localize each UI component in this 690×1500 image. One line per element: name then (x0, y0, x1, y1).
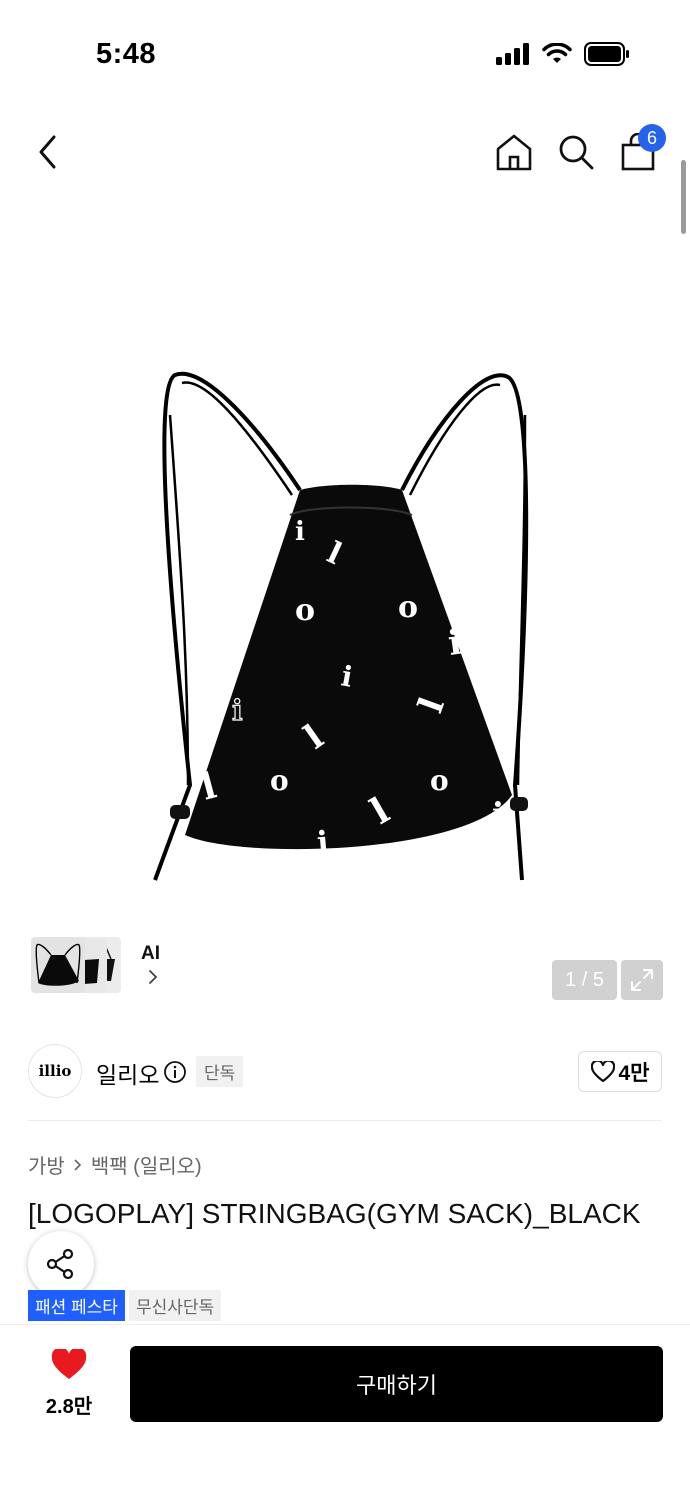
brand-like-button[interactable]: 4만 (578, 1051, 662, 1092)
heart-filled-icon (51, 1347, 87, 1379)
scrollbar[interactable] (681, 160, 686, 234)
back-button[interactable] (24, 128, 72, 176)
tag-fashion-festa: 패션 페스타 (28, 1290, 125, 1321)
ai-thumbnail-strip[interactable]: AI (27, 929, 172, 1001)
heart-outline-icon (590, 1060, 615, 1082)
search-icon (559, 135, 594, 170)
chevron-right-icon (74, 1158, 81, 1171)
wifi-icon (542, 43, 572, 63)
share-icon (46, 1248, 74, 1280)
breadcrumb: 가방 백팩 (일리오) (28, 1150, 202, 1179)
share-button[interactable] (28, 1231, 94, 1297)
breadcrumb-subcategory[interactable]: 백팩 (일리오) (91, 1150, 202, 1179)
image-pager: 1 / 5 (552, 960, 617, 1000)
tag-musinsa-exclusive: 무신사단독 (128, 1290, 222, 1321)
cart-button[interactable]: 6 (614, 124, 666, 176)
svg-text:i: i (492, 795, 504, 833)
svg-text:o: o (270, 764, 289, 797)
svg-text:i: i (232, 694, 243, 727)
brand-logo[interactable]: illio (28, 1044, 82, 1098)
battery-icon (584, 42, 629, 66)
info-icon[interactable] (163, 1060, 187, 1084)
chevron-left-icon (39, 135, 56, 169)
ai-label: AI (141, 943, 160, 964)
breadcrumb-category[interactable]: 가방 (28, 1150, 65, 1179)
svg-text:l: l (229, 598, 250, 642)
svg-text:o: o (295, 593, 315, 628)
cart-count-badge: 6 (638, 124, 666, 152)
divider (28, 1120, 662, 1121)
status-bar: 5:48 (0, 0, 690, 110)
thumbnail-stack[interactable] (31, 933, 136, 997)
wishlist-count: 2.8만 (45, 1396, 93, 1418)
cellular-signal-icon (496, 43, 529, 65)
home-button[interactable] (490, 128, 538, 176)
svg-text:o: o (398, 590, 418, 625)
wishlist-button[interactable]: 2.8만 (38, 1347, 100, 1419)
product-image: l o o i i i l l l o o l i i l i (153, 371, 529, 881)
exclusive-badge: 단독 (196, 1056, 244, 1087)
buy-button[interactable]: 구매하기 (130, 1346, 663, 1422)
product-tags: 패션 페스타 무신사단독 (28, 1290, 222, 1321)
bottom-action-bar: 2.8만 구매하기 (0, 1324, 690, 1500)
home-icon (496, 134, 532, 171)
thumbnail-1[interactable] (31, 937, 85, 993)
svg-text:o: o (430, 764, 449, 797)
expand-icon (631, 969, 653, 991)
top-navigation: 6 (0, 120, 690, 184)
brand-name[interactable]: 일리오 (96, 1056, 159, 1090)
search-button[interactable] (552, 128, 600, 176)
brand-like-count: 4만 (618, 1061, 650, 1085)
expand-button[interactable] (621, 960, 663, 1000)
chevron-right-icon (149, 970, 158, 984)
status-time: 5:48 (96, 38, 157, 70)
brand-logo-text: illio (38, 1062, 72, 1080)
product-title: [LOGOPLAY] STRINGBAG(GYM SACK)_BLACK (28, 1198, 641, 1229)
brand-row: illio 일리오 단독 4만 (0, 1040, 690, 1110)
svg-text:i: i (295, 517, 305, 547)
status-icons (496, 42, 630, 66)
